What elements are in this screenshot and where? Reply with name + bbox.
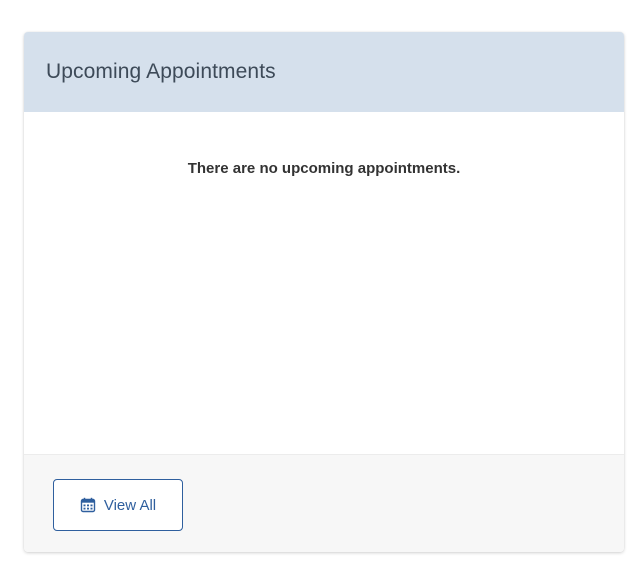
view-all-button[interactable]: View All (53, 479, 183, 531)
page: Upcoming Appointments There are no upcom… (0, 0, 637, 572)
card-footer: View All (24, 454, 624, 552)
empty-state-message: There are no upcoming appointments. (187, 160, 461, 177)
view-all-label: View All (103, 496, 157, 514)
card-header: Upcoming Appointments (24, 32, 624, 112)
card-title: Upcoming Appointments (46, 60, 276, 83)
calendar-icon (80, 497, 96, 513)
upcoming-appointments-card: Upcoming Appointments There are no upcom… (24, 32, 624, 552)
card-body: There are no upcoming appointments. (24, 112, 624, 454)
